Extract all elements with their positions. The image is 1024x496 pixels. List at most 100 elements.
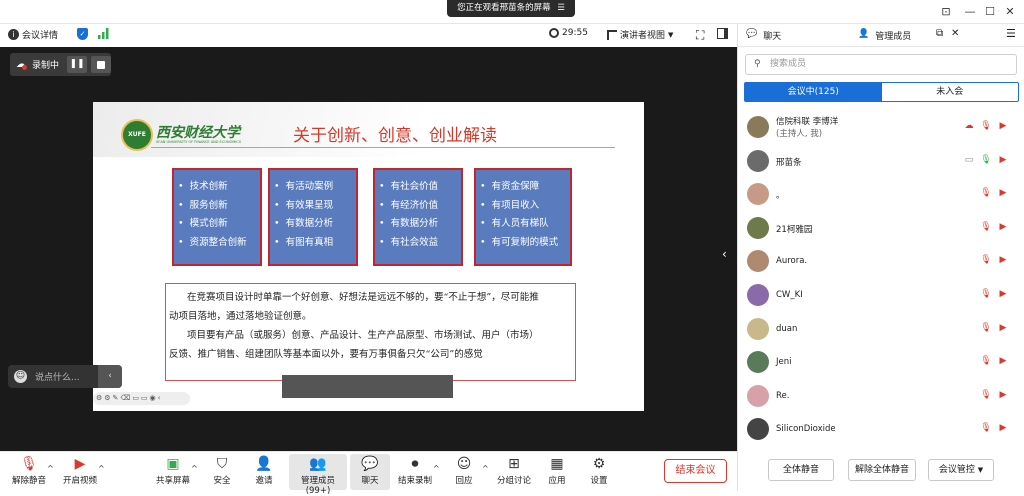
mic-muted-icon[interactable]: 🎙 (979, 390, 993, 400)
member-row[interactable]: Re. 🎙 ▶ (738, 381, 1024, 414)
security-shield-icon[interactable]: ✓ (77, 28, 88, 40)
member-row[interactable]: Jeni 🎙 ▶ (738, 347, 1024, 380)
close-panel-icon[interactable]: ✕ (951, 28, 959, 39)
camera-off-icon[interactable]: ▶ (996, 155, 1010, 165)
chat-button[interactable]: 💬 聊天 (350, 454, 390, 490)
collapse-chat-button[interactable]: ‹ (98, 365, 122, 388)
avatar (747, 384, 769, 407)
mic-muted-icon[interactable]: 🎙 (979, 289, 993, 299)
tab-in-meeting[interactable]: 会议中(125) (745, 83, 882, 101)
mic-muted-icon[interactable]: 🎙 (979, 423, 993, 433)
camera-off-icon[interactable]: ▶ (996, 188, 1010, 198)
unmute-all-button[interactable]: 解除全体静音 (848, 459, 916, 481)
camera-off-icon[interactable]: ▶ (996, 423, 1010, 433)
camera-off-icon[interactable]: ▶ (996, 255, 1010, 265)
member-row[interactable]: duan 🎙 ▶ (738, 314, 1024, 347)
mic-muted-icon[interactable]: 🎙 (979, 356, 993, 366)
member-row[interactable]: CW_KI 🎙 ▶ (738, 280, 1024, 313)
title-bar: 您正在观看邢苗条的屏幕 ☰ ⊡ — ☐ ✕ (0, 0, 1024, 24)
security-button[interactable]: ⛉ 安全 (199, 454, 245, 490)
settings-button[interactable]: ⚙ 设置 (576, 454, 622, 490)
not-joined-label: 未入会 (936, 87, 964, 97)
pause-recording-button[interactable]: ❚❚ (67, 56, 88, 73)
stop-record-icon: ⏺ (411, 456, 419, 472)
tab-members[interactable]: 👤 管理成员 (858, 29, 911, 42)
share-options-caret[interactable]: ^ (191, 464, 198, 473)
reaction-button[interactable]: ☺ 回应 (441, 454, 487, 490)
manage-members-button[interactable]: 👥 管理成员(99+) (289, 454, 347, 496)
camera-off-icon[interactable]: ▶ (996, 289, 1010, 299)
annotation-toolbar[interactable]: ⚙⚙✎⌫▭▭◉‹ (93, 392, 190, 405)
maximize-icon[interactable]: ☐ (982, 4, 998, 20)
mic-muted-icon[interactable]: 🎙 (979, 255, 993, 265)
recording-options-caret[interactable]: ^ (433, 464, 440, 473)
close-icon[interactable]: ✕ (1002, 4, 1018, 20)
view-mode-dropdown[interactable]: 演讲者视图 ▼ (607, 28, 673, 41)
member-search-input[interactable]: ⚲ 搜索成员 (745, 54, 1017, 75)
tab-chat-label: 聊天 (763, 32, 782, 42)
timer-value: 29:55 (562, 28, 588, 38)
mic-muted-icon[interactable]: 🎙 (979, 188, 993, 198)
start-video-label: 开启视频 (62, 476, 97, 486)
university-logo: XUFE (121, 119, 153, 151)
record-dot-icon (22, 65, 27, 70)
stop-recording-button[interactable] (91, 56, 112, 73)
mic-active-icon[interactable]: 🎙 (979, 155, 993, 165)
invite-button[interactable]: 👤 邀请 (241, 454, 287, 490)
camera-off-icon[interactable]: ▶ (996, 356, 1010, 366)
fullscreen-icon[interactable]: ⛶ (696, 28, 704, 43)
screen-watch-banner[interactable]: 您正在观看邢苗条的屏幕 ☰ (447, 0, 575, 17)
share-screen-button[interactable]: ▣ 共享屏幕 (150, 454, 196, 490)
member-row[interactable]: SiliconDioxide 🎙 ▶ (738, 414, 1024, 447)
chat-icon: 💬 (361, 456, 379, 472)
camera-off-icon[interactable]: ▶ (996, 390, 1010, 400)
member-row[interactable]: 信院科联 李博洋 (主持人, 我) ☁ 🎙 ▶ (738, 112, 1024, 145)
apps-grid-icon: ▦ (550, 456, 564, 472)
record-cloud-icon[interactable]: ☁ (962, 121, 976, 131)
expand-panel-arrow[interactable]: ‹ (722, 247, 727, 261)
reaction-options-caret[interactable]: ^ (482, 464, 489, 473)
member-filter-tabs: 会议中(125) 未入会 (744, 82, 1019, 102)
meeting-details-button[interactable]: i 会议详情 (8, 28, 58, 41)
pin-icon[interactable]: ⊡ (938, 4, 954, 20)
meeting-control-dropdown[interactable]: 会议管控 ▼ (928, 459, 994, 481)
tab-not-joined[interactable]: 未入会 (882, 83, 1019, 101)
audio-options-caret[interactable]: ^ (47, 464, 54, 473)
mic-muted-icon[interactable]: 🎙 (979, 222, 993, 232)
clock-icon (549, 28, 559, 38)
box-item: 有资金保障 (480, 178, 570, 197)
mic-muted-icon[interactable]: 🎙 (979, 121, 993, 131)
apps-button[interactable]: ▦ 应用 (534, 454, 580, 490)
screen-share-icon[interactable]: ▭ (962, 155, 976, 165)
member-row[interactable]: 。 🎙 ▶ (738, 179, 1024, 212)
member-row[interactable]: Aurora. 🎙 ▶ (738, 246, 1024, 279)
mic-muted-icon: 🎙 (20, 456, 38, 472)
unmute-button[interactable]: 🎙 解除静音 (6, 454, 52, 490)
camera-off-icon[interactable]: ▶ (996, 222, 1010, 232)
box-item: 服务创新 (178, 197, 260, 216)
breakout-button[interactable]: ⊞ 分组讨论 (491, 454, 537, 490)
more-menu-icon[interactable]: ☰ (1006, 27, 1016, 40)
tab-chat[interactable]: 💬 聊天 (746, 29, 781, 42)
share-screen-label: 共享屏幕 (155, 476, 190, 486)
member-row[interactable]: 邢苗条 ▭ 🎙 ▶ (738, 146, 1024, 179)
network-signal-icon[interactable] (98, 28, 109, 39)
quick-chat-input[interactable]: ☺ 说点什么... ‹ (8, 365, 122, 388)
popout-icon[interactable]: ⧉ (936, 28, 943, 39)
end-recording-button[interactable]: ⏺ 结束录制 (392, 454, 438, 490)
start-video-button[interactable]: ▶ 开启视频 (57, 454, 103, 490)
member-row[interactable]: 21柯雅园 🎙 ▶ (738, 213, 1024, 246)
end-meeting-button[interactable]: 结束会议 (664, 459, 727, 483)
emoji-icon[interactable]: ☺ (14, 370, 27, 383)
paragraph-line: 动项目落地，通过落地验证创意。 (169, 311, 312, 322)
box-item: 有社会效益 (379, 234, 461, 253)
camera-off-icon[interactable]: ▶ (996, 121, 1010, 131)
mic-muted-icon[interactable]: 🎙 (979, 323, 993, 333)
sidebar-toggle-icon[interactable] (717, 28, 728, 39)
tab-members-label: 管理成员 (875, 32, 912, 42)
mute-all-button[interactable]: 全体静音 (768, 459, 834, 481)
manage-members-label: 管理成员(99+) (300, 476, 335, 496)
minimize-icon[interactable]: — (962, 4, 978, 20)
camera-off-icon[interactable]: ▶ (996, 323, 1010, 333)
video-options-caret[interactable]: ^ (98, 464, 105, 473)
